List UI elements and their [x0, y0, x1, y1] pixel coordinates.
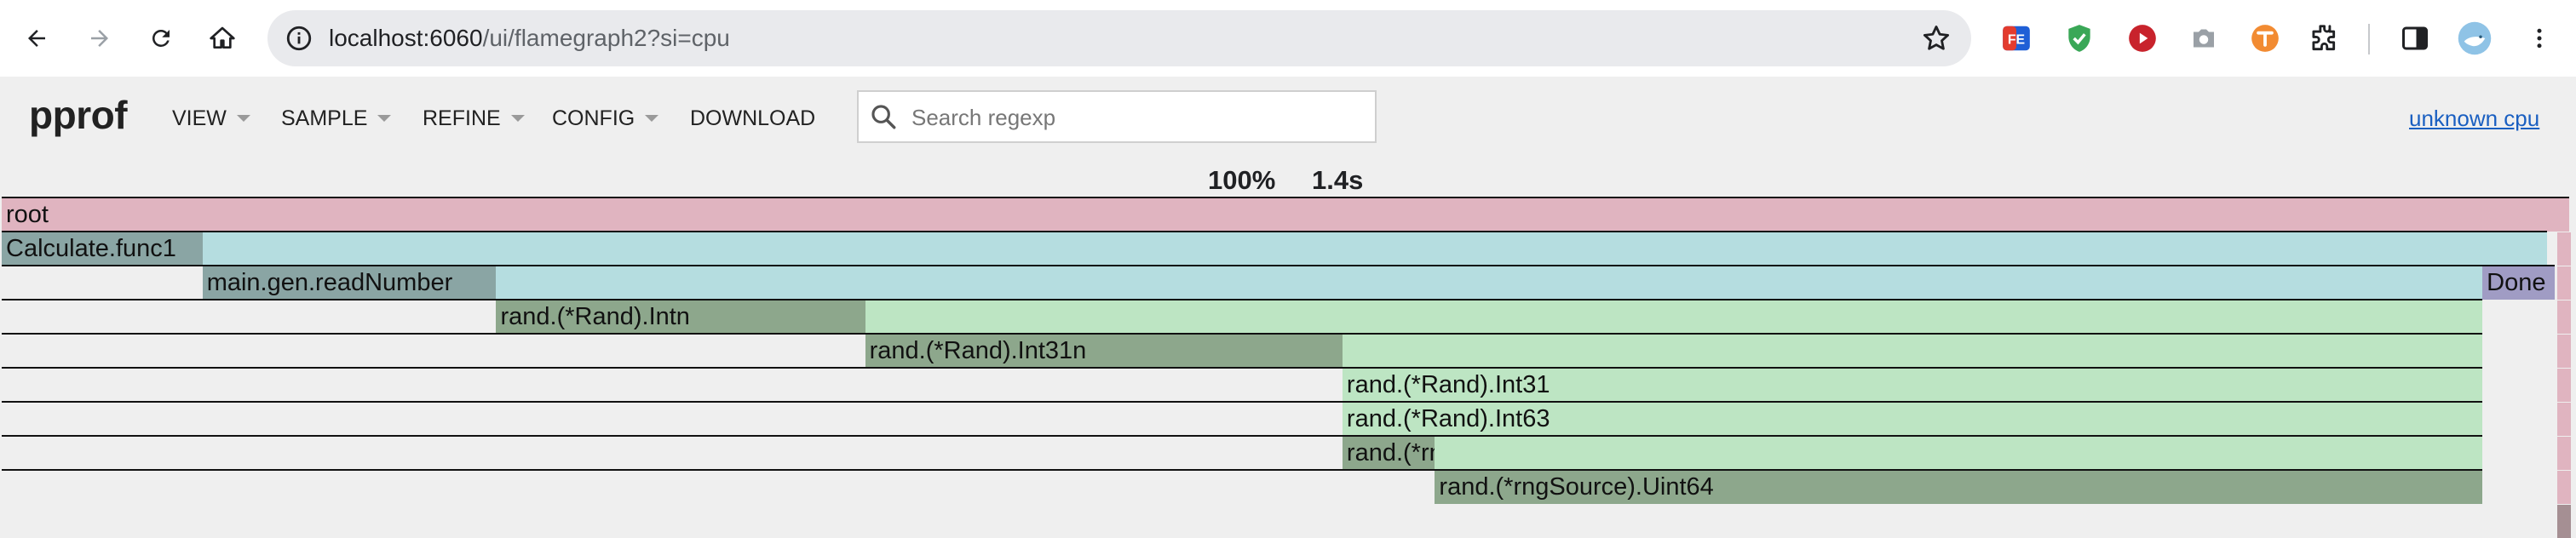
site-info-icon[interactable] [285, 24, 313, 53]
forward-arrow-icon [91, 30, 108, 47]
home-icon [210, 26, 235, 49]
menu-view[interactable]: VIEW [172, 106, 250, 131]
reload-button[interactable] [141, 19, 181, 58]
search-input[interactable] [910, 92, 1365, 143]
browser-toolbar: localhost:6060/ui/flamegraph2?si=cpu FE [0, 0, 2576, 77]
flame-frame[interactable]: main.gen.readNumber [202, 266, 497, 300]
flame-frame-self[interactable] [1342, 335, 2483, 368]
pprof-logo[interactable]: pprof [29, 92, 128, 138]
flame-frame[interactable]: root [2, 198, 2569, 232]
flame-edge-strip [2557, 369, 2571, 402]
menu-download-label: DOWNLOAD [690, 106, 816, 130]
flame-frame[interactable]: rand.(*Rand).Int31n [865, 335, 1343, 368]
summary-percent: 100% [1208, 165, 1276, 195]
flame-frame[interactable]: Calculate.func1 [2, 232, 203, 266]
home-button[interactable] [203, 19, 242, 58]
t-extension-icon[interactable] [2247, 20, 2283, 56]
flame-frame[interactable]: rand.(*Rand).Int31 [1342, 369, 2483, 402]
menu-sample-label: SAMPLE [281, 106, 368, 130]
flame-edge-strip [2557, 232, 2571, 266]
flame-frame[interactable]: rand.(*Rand).Int63 [1342, 403, 2483, 436]
flame-frame-self[interactable] [202, 232, 2548, 266]
flame-edge-strip [2557, 505, 2571, 538]
menu-refine-label: REFINE [423, 106, 501, 130]
menu-view-label: VIEW [172, 106, 227, 130]
flame-frame-self[interactable] [496, 266, 2483, 300]
back-arrow-icon [28, 30, 45, 47]
svg-text:FE: FE [2008, 32, 2025, 47]
more-menu-icon[interactable] [2521, 20, 2557, 56]
chevron-down-icon [377, 115, 392, 122]
flame-frame[interactable]: Done [2482, 266, 2555, 300]
sample-type-link[interactable]: unknown cpu [2409, 106, 2539, 132]
menu-config[interactable]: CONFIG [552, 106, 659, 131]
chevron-down-icon [510, 115, 525, 122]
flame-edge-strip [2557, 403, 2571, 436]
flame-frame-self[interactable] [865, 300, 2483, 334]
puzzle-extensions-icon[interactable] [2305, 20, 2341, 56]
fe-extension-icon[interactable]: FE [1998, 20, 2034, 56]
flame-frame[interactable]: rand.(*Rand).Intn [496, 300, 865, 334]
url-path: /ui/flamegraph2?si=cpu [482, 25, 730, 51]
profile-avatar[interactable] [2457, 20, 2493, 56]
summary-time: 1.4s [1312, 165, 1364, 195]
flame-edge-strip [2557, 437, 2571, 470]
selection-summary: 100% 1.4s [0, 163, 2576, 197]
address-bar[interactable]: localhost:6060/ui/flamegraph2?si=cpu [267, 10, 1971, 66]
toolbar-separator [2368, 24, 2370, 54]
flame-edge-strip [2557, 335, 2571, 368]
chevron-down-icon [236, 115, 250, 122]
url-text[interactable]: localhost:6060/ui/flamegraph2?si=cpu [329, 10, 730, 66]
camera-extension-icon[interactable] [2186, 20, 2222, 56]
url-host: localhost:6060 [329, 25, 483, 51]
side-panel-icon[interactable] [2397, 20, 2433, 56]
forward-button[interactable] [80, 19, 119, 58]
flame-frame-self[interactable] [1435, 437, 2483, 470]
menu-sample[interactable]: SAMPLE [281, 106, 392, 131]
menu-download[interactable]: DOWNLOAD [690, 106, 815, 131]
chevron-down-icon [645, 115, 659, 122]
play-extension-icon[interactable] [2125, 20, 2160, 56]
shield-check-extension-icon[interactable] [2061, 20, 2097, 56]
back-button[interactable] [17, 19, 56, 58]
flame-frame[interactable]: rand.(*rngSource).Int63 [1342, 437, 1435, 470]
menu-refine[interactable]: REFINE [423, 106, 525, 131]
flame-edge-strip [2557, 300, 2571, 334]
reload-icon [152, 29, 170, 47]
menu-config-label: CONFIG [552, 106, 635, 130]
bookmark-star-icon[interactable] [1920, 22, 1952, 54]
flame-edge-strip [2557, 471, 2571, 504]
flame-frame[interactable]: rand.(*rngSource).Uint64 [1435, 471, 2483, 504]
flame-edge-strip [2557, 266, 2571, 300]
search-icon [871, 105, 896, 129]
search-box [857, 90, 1377, 143]
